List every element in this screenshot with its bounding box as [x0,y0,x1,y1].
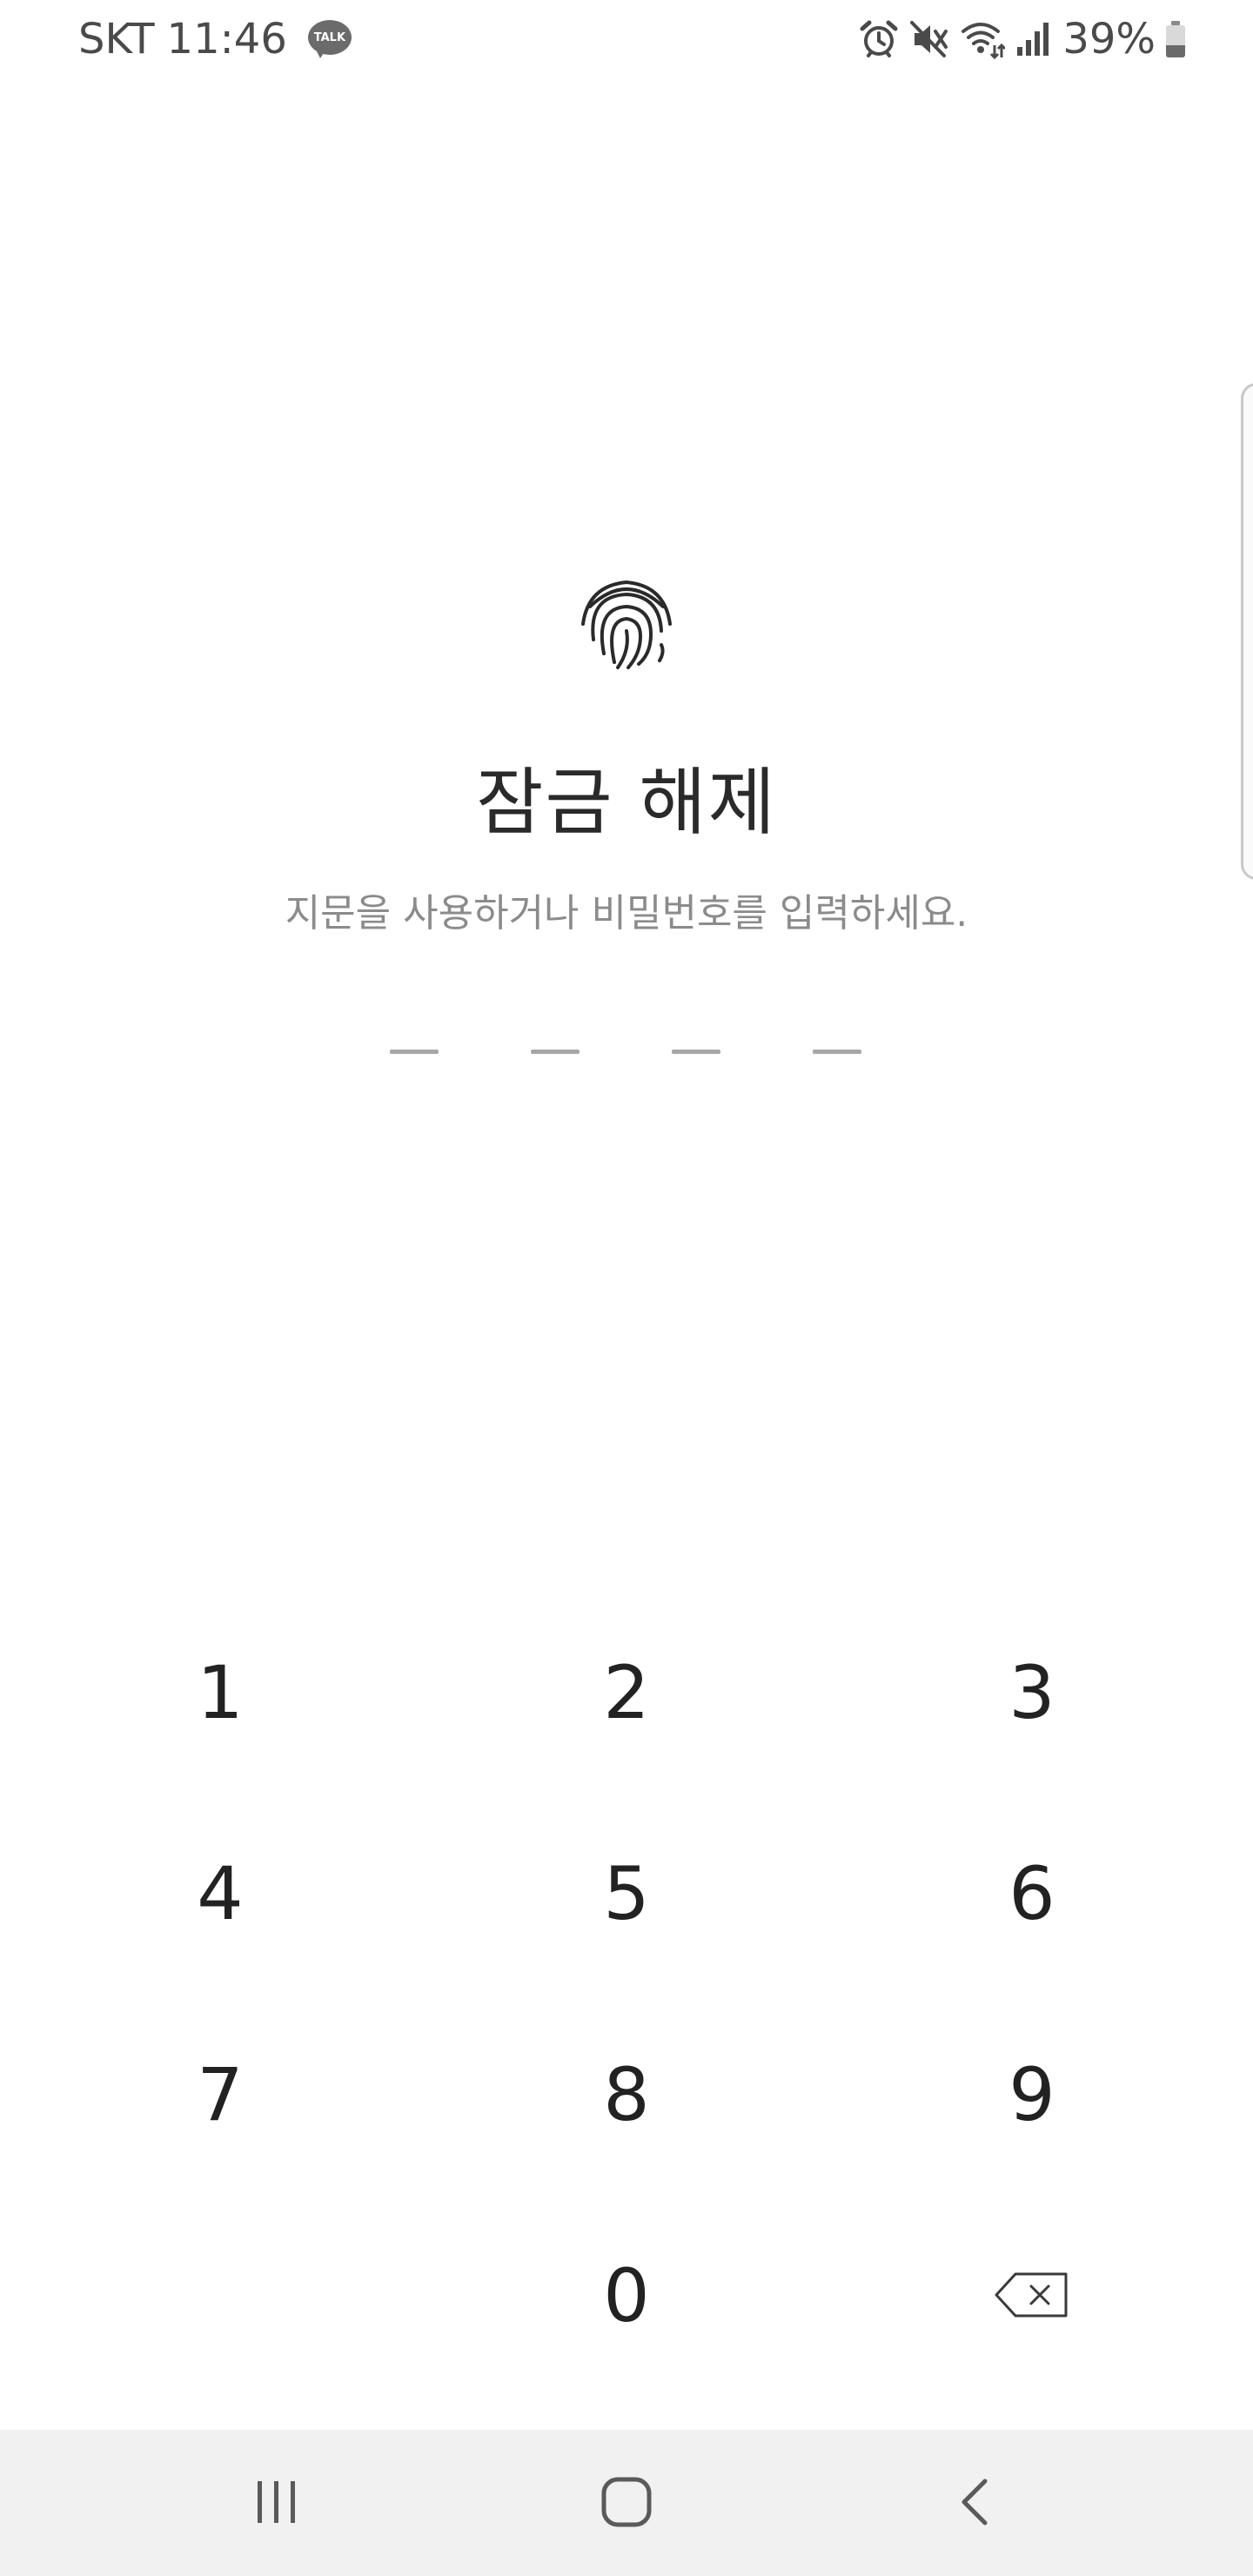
keypad-digit: 1 [197,1650,244,1735]
page-title: 잠금 해제 [476,760,777,845]
home-button[interactable] [557,2456,696,2552]
recent-apps-icon [251,2476,303,2532]
keypad-key-1[interactable]: 1 [90,1606,351,1780]
keypad-digit: 8 [603,2052,650,2137]
pin-slot [813,1050,861,1054]
keypad-digit: 3 [1008,1650,1055,1735]
keypad-key-4[interactable]: 4 [90,1807,351,1981]
status-right: 39% [859,0,1185,78]
keypad-digit: 7 [197,2052,244,2137]
keypad-empty-slot [90,2209,351,2383]
lock-screen: SKT 11:46 TALK 39% 잠금 해제 지문을 사용하거나 비밀번호를… [0,0,1253,2576]
pin-slot [672,1050,720,1054]
back-button[interactable] [907,2456,1046,2552]
battery-percent: 39% [1062,15,1156,64]
recent-apps-button[interactable] [207,2456,346,2552]
keypad-key-5[interactable]: 5 [496,1807,757,1981]
alarm-icon [859,19,899,59]
pin-input-field[interactable] [0,1050,1253,1058]
status-left: SKT 11:46 TALK [78,0,352,78]
home-icon [599,2474,654,2533]
keypad-key-9[interactable]: 9 [901,2008,1163,2182]
pin-slot [390,1050,439,1054]
keypad-digit: 5 [603,1851,650,1936]
keypad-digit: 9 [1008,2052,1055,2137]
keypad-digit: 0 [603,2253,650,2338]
keypad-key-3[interactable]: 3 [901,1606,1163,1780]
keypad-key-7[interactable]: 7 [90,2008,351,2182]
fingerprint-icon [574,570,679,674]
backspace-icon [993,2253,1071,2338]
signal-icon [1015,19,1052,59]
back-icon [950,2474,1002,2533]
keypad-key-0[interactable]: 0 [496,2209,757,2383]
keypad-digit: 2 [603,1650,650,1735]
mute-icon [909,19,949,59]
keypad-key-2[interactable]: 2 [496,1606,757,1780]
backspace-button[interactable] [901,2209,1163,2383]
carrier-name: SKT [78,15,155,64]
wifi-icon [960,19,1006,59]
numeric-keypad: 1 2 3 4 5 6 7 8 9 0 [0,1606,1253,2410]
keypad-key-6[interactable]: 6 [901,1807,1163,1981]
pin-slot [531,1050,580,1054]
kakaotalk-icon: TALK [307,20,352,58]
keypad-digit: 6 [1008,1851,1055,1936]
keypad-digit: 4 [197,1851,244,1936]
navigation-bar [0,2430,1253,2576]
clock: 11:46 [166,15,287,64]
instruction-text: 지문을 사용하거나 비밀번호를 입력하세요. [285,891,968,936]
battery-icon [1166,21,1185,57]
status-bar: SKT 11:46 TALK 39% [0,0,1253,78]
keypad-key-8[interactable]: 8 [496,2008,757,2182]
